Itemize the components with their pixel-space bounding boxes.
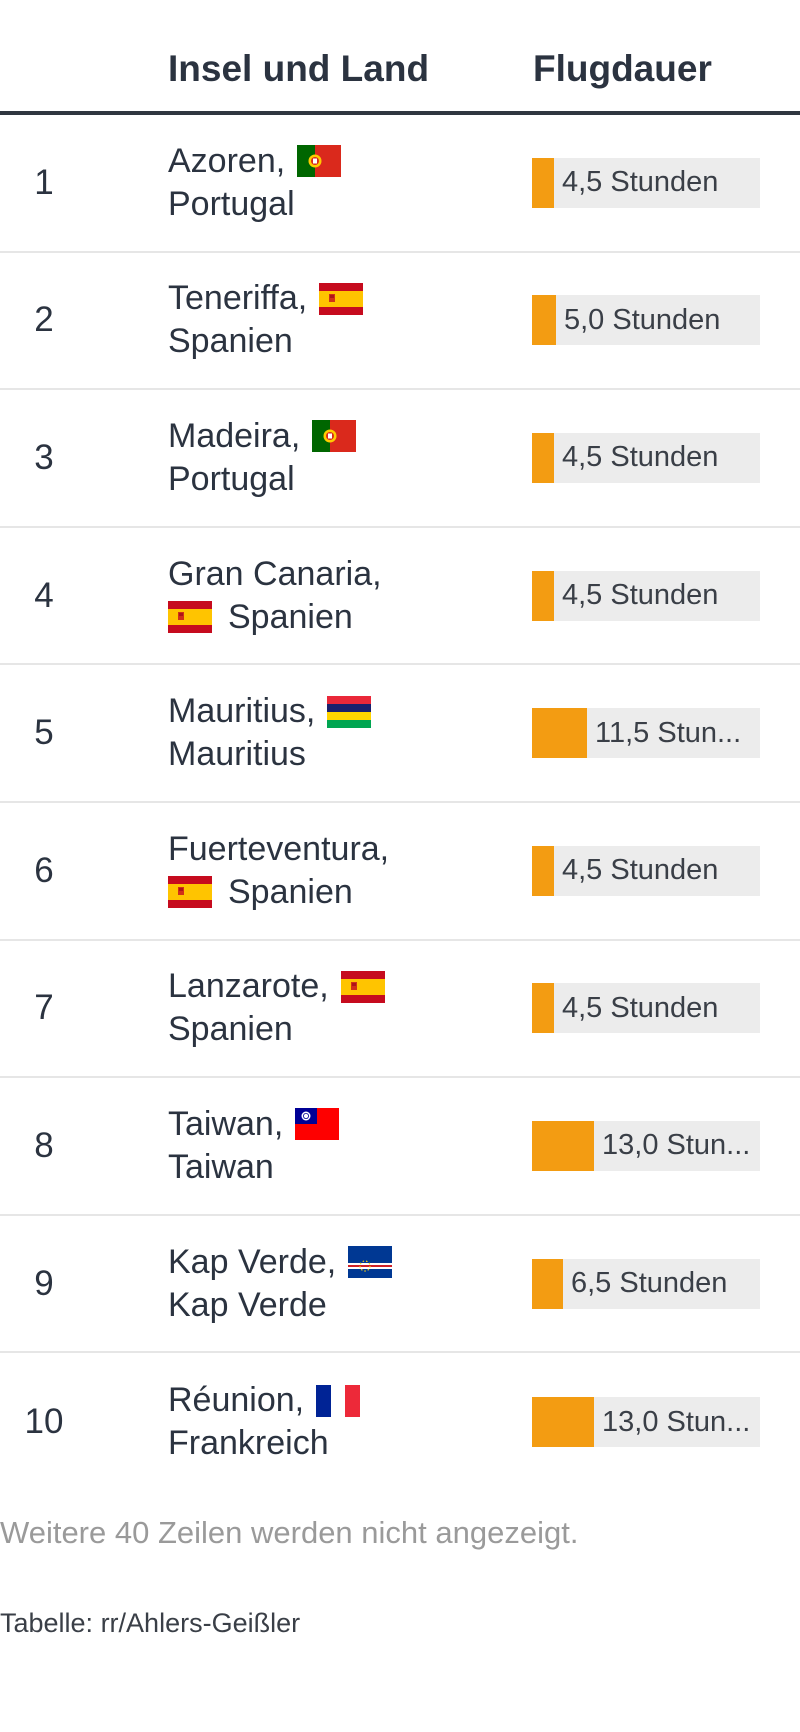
table-row: 8 Taiwan, Taiwan 13,0 Stun... bbox=[0, 1078, 800, 1216]
island-country-cell: Kap Verde, Kap Verde bbox=[168, 1216, 508, 1352]
island-name: Teneriffa, bbox=[168, 279, 308, 318]
rank-number: 9 bbox=[34, 1263, 54, 1303]
tw-flag-icon bbox=[295, 1108, 340, 1141]
table-row: 2 Teneriffa, Spanien 5,0 Stunden bbox=[0, 253, 800, 391]
table-row: 7 Lanzarote, Spanien 4,5 Stunden bbox=[0, 941, 800, 1079]
island-name: Azoren, bbox=[168, 141, 286, 180]
duration-bar-fill bbox=[532, 1258, 563, 1309]
rank-number: 8 bbox=[34, 1125, 54, 1165]
pt-flag-icon bbox=[297, 145, 342, 178]
rank-number: 10 bbox=[24, 1402, 64, 1442]
island-country-cell: Fuerteventura, Spanien bbox=[168, 803, 508, 939]
country-name: Portugal bbox=[168, 459, 295, 498]
island-country-cell: Taiwan, Taiwan bbox=[168, 1078, 508, 1214]
duration-bar-fill bbox=[532, 1397, 594, 1448]
duration-label: 4,5 Stunden bbox=[562, 991, 719, 1024]
rank-number: 2 bbox=[34, 300, 54, 340]
country-name: Spanien bbox=[228, 597, 353, 636]
island-country-cell: Lanzarote, Spanien bbox=[168, 941, 508, 1077]
island-name: Gran Canaria, bbox=[168, 554, 382, 593]
duration-label: 4,5 Stunden bbox=[562, 441, 719, 474]
table-row: 1 Azoren, Portugal 4,5 Stunden bbox=[0, 115, 800, 253]
duration-label: 13,0 Stun... bbox=[602, 1129, 751, 1162]
es-flag-icon bbox=[168, 601, 212, 634]
duration-bar: 11,5 Stun... bbox=[532, 708, 760, 759]
duration-bar-fill bbox=[532, 708, 587, 759]
duration-bar-fill bbox=[532, 1120, 594, 1171]
es-flag-icon bbox=[340, 970, 385, 1003]
duration-bar: 6,5 Stunden bbox=[532, 1258, 760, 1309]
duration-bar-fill bbox=[532, 983, 554, 1034]
island-country-cell: Madeira, Portugal bbox=[168, 390, 508, 526]
duration-bar: 5,0 Stunden bbox=[532, 295, 760, 346]
duration-label: 13,0 Stun... bbox=[602, 1405, 751, 1438]
country-name: Frankreich bbox=[168, 1424, 329, 1463]
island-name: Lanzarote, bbox=[168, 967, 329, 1006]
rank-number: 7 bbox=[34, 988, 54, 1028]
rank-number: 3 bbox=[34, 437, 54, 477]
country-name: Spanien bbox=[168, 322, 293, 361]
hidden-rows-note: Weitere 40 Zeilen werden nicht angezeigt… bbox=[0, 1515, 579, 1550]
table-row: 5 Mauritius, Mauritius 11,5 Stun... bbox=[0, 665, 800, 803]
duration-bar: 4,5 Stunden bbox=[532, 983, 760, 1034]
table-row: 10 Réunion, Frankreich 13,0 Stun... bbox=[0, 1353, 800, 1491]
duration-bar: 4,5 Stunden bbox=[532, 570, 760, 621]
island-name: Fuerteventura, bbox=[168, 829, 390, 868]
island-country-cell: Gran Canaria, Spanien bbox=[168, 528, 508, 664]
column-header-duration[interactable]: Flugdauer bbox=[533, 48, 712, 90]
duration-bar-fill bbox=[532, 432, 554, 483]
es-flag-icon bbox=[319, 282, 364, 315]
duration-bar: 4,5 Stunden bbox=[532, 845, 760, 896]
pt-flag-icon bbox=[312, 420, 357, 453]
table-body: 1 Azoren, Portugal 4,5 Stunden 2 Tenerif… bbox=[0, 115, 800, 1491]
table-row: 3 Madeira, Portugal 4,5 Stunden bbox=[0, 390, 800, 528]
duration-bar-fill bbox=[532, 157, 554, 208]
duration-bar-fill bbox=[532, 570, 554, 621]
duration-label: 11,5 Stun... bbox=[595, 716, 742, 749]
table-row: 9 Kap Verde, Kap Verde 6,5 Stunden bbox=[0, 1216, 800, 1354]
country-name: Taiwan bbox=[168, 1147, 274, 1186]
island-country-cell: Réunion, Frankreich bbox=[168, 1353, 508, 1491]
island-country-cell: Teneriffa, Spanien bbox=[168, 253, 508, 389]
island-name: Kap Verde, bbox=[168, 1242, 337, 1281]
duration-bar-fill bbox=[532, 295, 556, 346]
table-header: Insel und Land Flugdauer bbox=[0, 0, 800, 115]
duration-label: 4,5 Stunden bbox=[562, 166, 719, 199]
rank-number: 1 bbox=[34, 162, 54, 202]
duration-label: 5,0 Stunden bbox=[564, 303, 721, 336]
duration-bar: 4,5 Stunden bbox=[532, 432, 760, 483]
table-source: Tabelle: rr/Ahlers-Geißler bbox=[0, 1608, 301, 1638]
rank-number: 6 bbox=[34, 850, 54, 890]
island-name: Madeira, bbox=[168, 416, 301, 455]
country-name: Mauritius bbox=[168, 735, 306, 774]
duration-label: 4,5 Stunden bbox=[562, 854, 719, 887]
duration-bar: 4,5 Stunden bbox=[532, 157, 760, 208]
rank-number: 4 bbox=[34, 575, 54, 615]
country-name: Kap Verde bbox=[168, 1285, 327, 1324]
table-row: 6 Fuerteventura, Spanien 4,5 Stunden bbox=[0, 803, 800, 941]
duration-label: 4,5 Stunden bbox=[562, 579, 719, 612]
fr-flag-icon bbox=[316, 1384, 361, 1417]
duration-bar: 13,0 Stun... bbox=[532, 1397, 760, 1448]
es-flag-icon bbox=[168, 876, 212, 909]
island-country-cell: Mauritius, Mauritius bbox=[168, 665, 508, 801]
duration-label: 6,5 Stunden bbox=[571, 1267, 728, 1300]
cv-flag-icon bbox=[348, 1246, 393, 1279]
island-name: Mauritius, bbox=[168, 692, 316, 731]
country-name: Spanien bbox=[228, 872, 353, 911]
column-header-name[interactable]: Insel und Land bbox=[168, 48, 429, 90]
table-row: 4 Gran Canaria, Spanien 4,5 Stunden bbox=[0, 528, 800, 666]
country-name: Spanien bbox=[168, 1010, 293, 1049]
island-name: Taiwan, bbox=[168, 1104, 284, 1143]
ranking-table: Insel und Land Flugdauer 1 Azoren, Portu… bbox=[0, 0, 800, 1491]
island-name: Réunion, bbox=[168, 1381, 305, 1420]
duration-bar-fill bbox=[532, 845, 554, 896]
duration-bar: 13,0 Stun... bbox=[532, 1120, 760, 1171]
rank-number: 5 bbox=[34, 713, 54, 753]
country-name: Portugal bbox=[168, 184, 295, 223]
mu-flag-icon bbox=[327, 695, 372, 728]
island-country-cell: Azoren, Portugal bbox=[168, 115, 508, 251]
